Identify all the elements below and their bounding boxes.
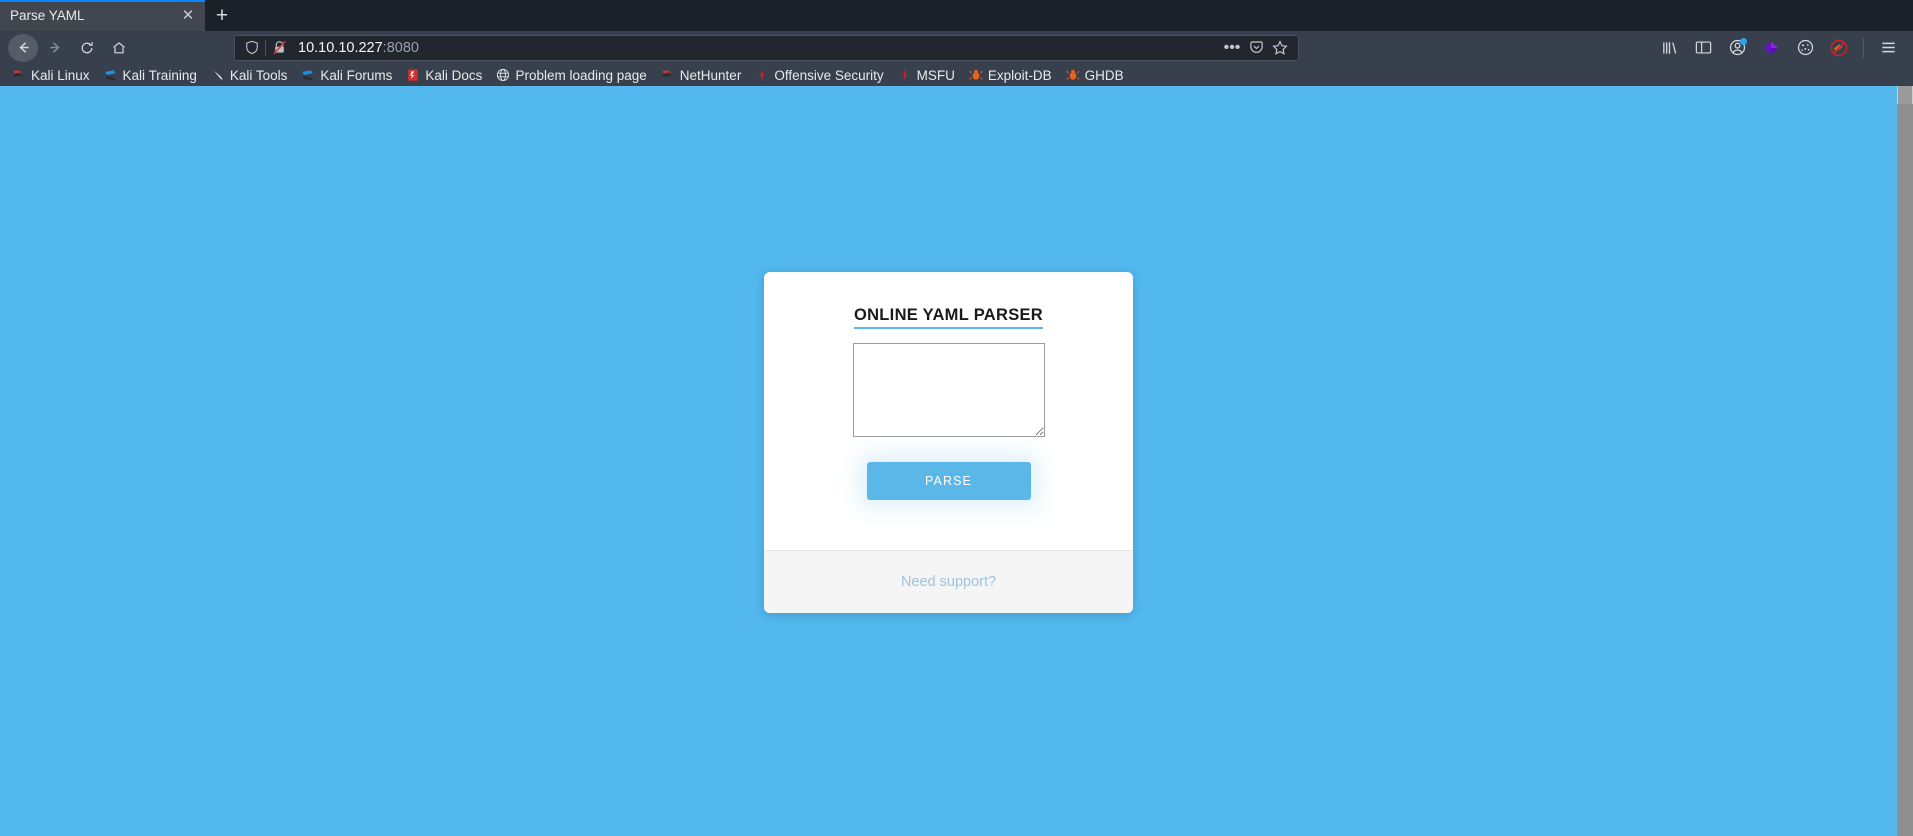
url-host: 10.10.10.227 — [298, 39, 383, 56]
card-body: ONLINE YAML PARSER PARSE — [764, 272, 1133, 550]
globe-icon — [497, 68, 510, 82]
yaml-parser-page: ONLINE YAML PARSER PARSE Need support? — [0, 86, 1897, 836]
yaml-input[interactable] — [852, 343, 1045, 437]
yaml-parser-card: ONLINE YAML PARSER PARSE Need support? — [764, 272, 1133, 613]
bookmark-offensive-security[interactable]: Offensive Security — [749, 66, 889, 85]
browser-window: Parse YAML ✕ + 10.10.10.227:8080 ••• Kal… — [0, 0, 1913, 836]
kali-tools-icon — [212, 70, 223, 81]
page-viewport: ONLINE YAML PARSER PARSE Need support? — [0, 86, 1913, 836]
bookmark-label: Problem loading page — [515, 67, 647, 83]
account-notification-dot — [1740, 37, 1747, 45]
toolbar-divider — [1863, 37, 1864, 58]
kali-training-icon — [104, 70, 116, 81]
ghdb-icon — [1066, 69, 1080, 80]
exploit-db-icon — [969, 69, 983, 80]
cookie-icon[interactable] — [1790, 34, 1820, 62]
account-icon[interactable] — [1722, 34, 1752, 62]
card-footer: Need support? — [764, 550, 1133, 613]
bookmark-label: MSFU — [916, 67, 955, 83]
bookmark-kali-linux[interactable]: Kali Linux — [6, 66, 96, 85]
kali-forums-icon — [302, 70, 314, 81]
home-button[interactable] — [104, 34, 134, 62]
menu-icon[interactable] — [1873, 34, 1903, 62]
offensive-security-icon — [759, 68, 766, 82]
msfu-icon — [901, 68, 908, 82]
bookmark-kali-docs[interactable]: Kali Docs — [400, 66, 488, 85]
page-title: ONLINE YAML PARSER — [853, 306, 1044, 329]
bookmark-label: GHDB — [1084, 67, 1124, 83]
bookmarks-bar: Kali Linux Kali Training Kali Tools Kali… — [0, 64, 1913, 86]
bookmark-kali-training[interactable]: Kali Training — [98, 66, 203, 85]
close-icon[interactable]: ✕ — [179, 7, 197, 25]
broken-lock-icon[interactable] — [268, 38, 290, 58]
bookmark-label: NetHunter — [679, 67, 742, 83]
url-port: :8080 — [382, 39, 419, 56]
need-support-link[interactable]: Need support? — [901, 574, 996, 590]
page-scrollbar[interactable] — [1897, 86, 1913, 836]
bookmark-label: Kali Docs — [425, 67, 483, 83]
bookmark-msfu[interactable]: MSFU — [892, 66, 961, 85]
bookmark-kali-forums[interactable]: Kali Forums — [295, 66, 398, 85]
tab-strip: Parse YAML ✕ + — [0, 0, 1913, 31]
sidebar-icon[interactable] — [1688, 34, 1718, 62]
forward-button[interactable] — [40, 34, 70, 62]
bookmark-exploit-db[interactable]: Exploit-DB — [963, 66, 1058, 85]
address-bar[interactable]: 10.10.10.227:8080 ••• — [234, 34, 1299, 61]
bookmark-label: Kali Forums — [320, 67, 393, 83]
containers-icon[interactable] — [1756, 34, 1786, 62]
page-actions-icon[interactable]: ••• — [1220, 37, 1244, 59]
bookmark-kali-tools[interactable]: Kali Tools — [205, 66, 294, 85]
new-tab-button[interactable]: + — [205, 1, 239, 31]
reload-button[interactable] — [72, 34, 102, 62]
kali-docs-icon — [408, 69, 419, 81]
url-divider — [265, 39, 266, 56]
parse-button[interactable]: PARSE — [866, 462, 1031, 500]
navigation-toolbar: 10.10.10.227:8080 ••• — [0, 31, 1913, 64]
nethunter-icon — [662, 70, 674, 78]
bookmark-label: Kali Tools — [229, 67, 288, 83]
bookmark-label: Exploit-DB — [987, 67, 1052, 83]
scrollbar-thumb[interactable] — [1898, 86, 1912, 104]
bookmark-star-icon[interactable] — [1268, 37, 1292, 59]
bookmark-label: Kali Linux — [31, 67, 90, 83]
library-icon[interactable] — [1654, 34, 1684, 62]
tab-parse-yaml[interactable]: Parse YAML ✕ — [0, 0, 205, 31]
toolbar-right-group — [1654, 34, 1905, 62]
scrollbar-track[interactable] — [1897, 104, 1913, 836]
bookmark-label: Offensive Security — [774, 67, 884, 83]
tracking-protection-shield-icon[interactable] — [241, 38, 263, 58]
url-text[interactable]: 10.10.10.227:8080 — [290, 40, 1220, 56]
pocket-icon[interactable] — [1244, 37, 1268, 59]
bookmark-problem-loading-page[interactable]: Problem loading page — [490, 66, 652, 85]
bookmark-ghdb[interactable]: GHDB — [1060, 66, 1130, 85]
tab-title: Parse YAML — [10, 8, 85, 23]
kali-dragon-icon — [13, 70, 25, 78]
bookmark-nethunter[interactable]: NetHunter — [655, 66, 748, 85]
blocked-icon[interactable] — [1824, 34, 1854, 62]
back-button[interactable] — [8, 33, 38, 62]
bookmark-label: Kali Training — [122, 67, 197, 83]
